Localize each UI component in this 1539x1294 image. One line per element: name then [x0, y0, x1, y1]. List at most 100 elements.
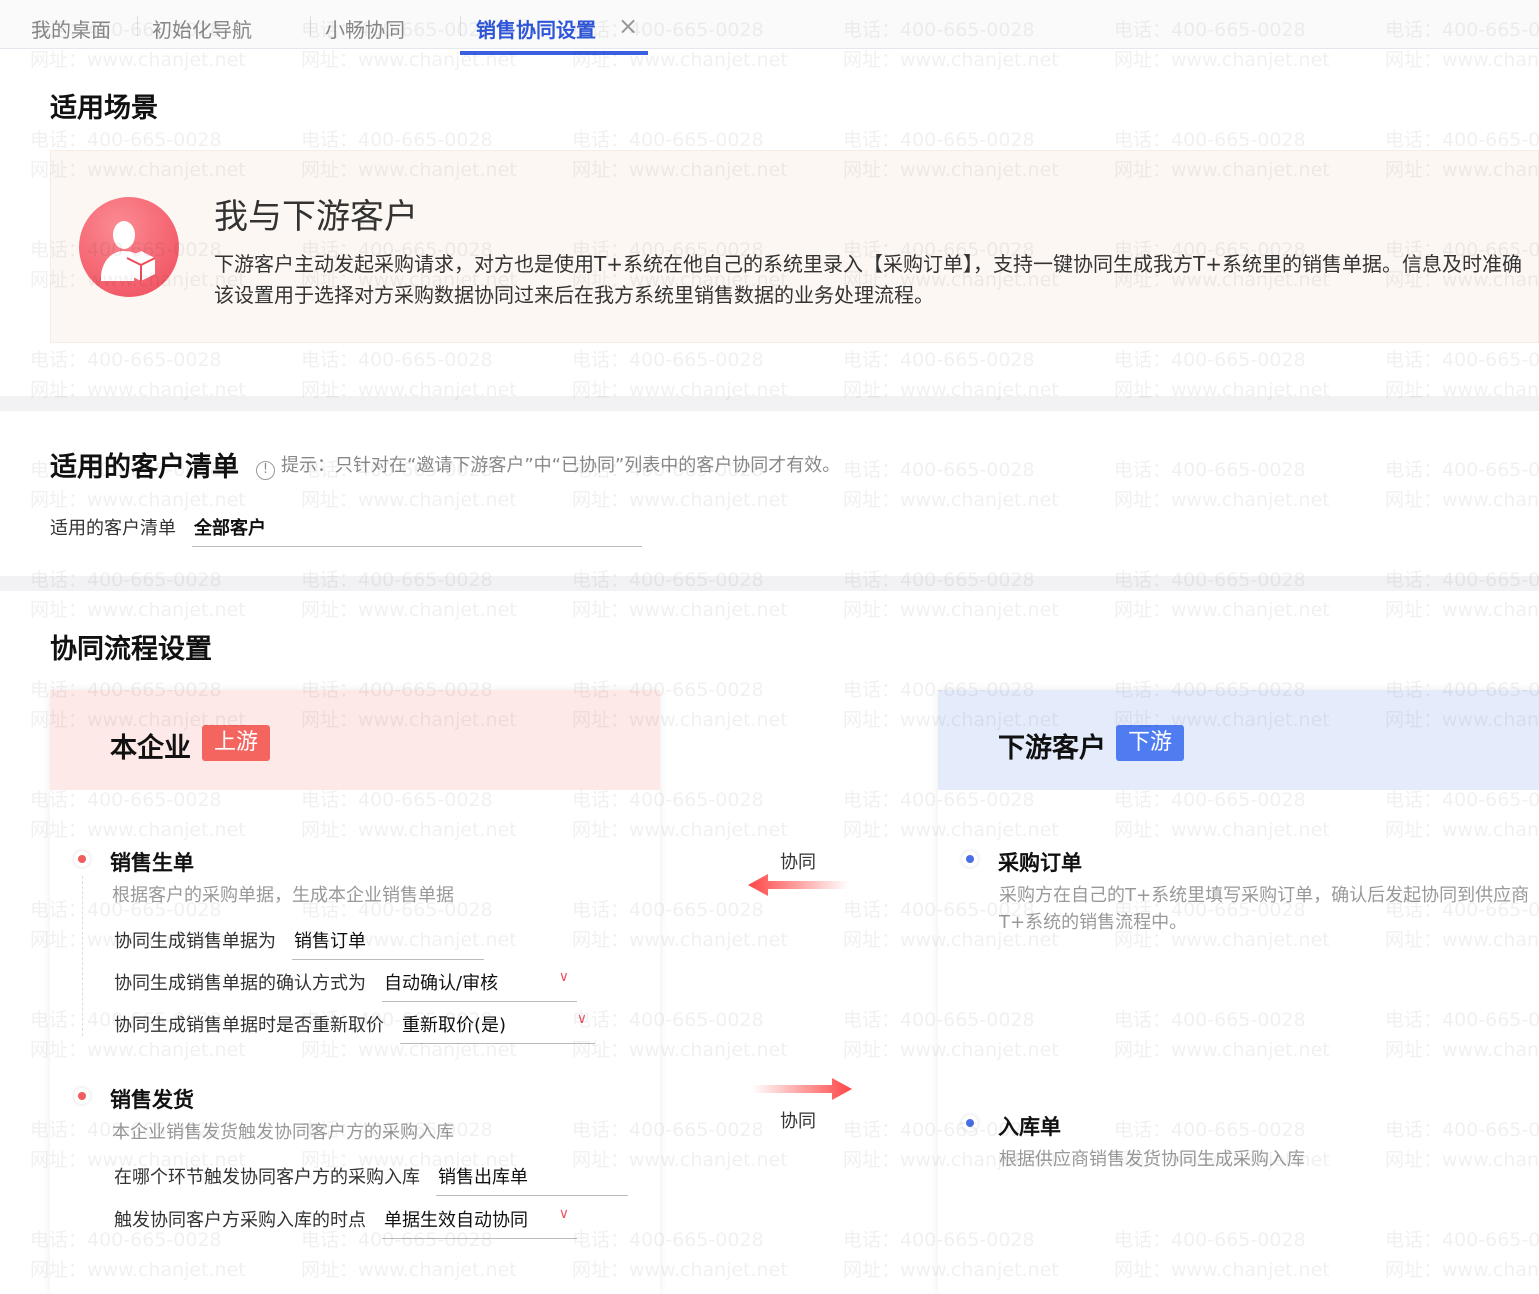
sync-label: 协同 [780, 852, 816, 873]
section-divider [0, 396, 1539, 411]
scene-text-line: 该设置用于选择对方采购数据协同过来后在我方系统里销售数据的业务处理流程。 [214, 283, 934, 307]
field-label: 协同生成销售单据的确认方式为 [114, 973, 366, 994]
watermark-site: 网址：www.chanjet.net [843, 49, 1059, 71]
confirm-mode-select[interactable]: 自动确认/审核 ∨ [382, 969, 577, 1002]
watermark-site: 网址：www.chanjet.net [301, 489, 517, 511]
scene-heading: 适用场景 [50, 93, 158, 124]
arrow-left-icon [748, 874, 848, 896]
step-receipt-title: 入库单 [998, 1115, 1061, 1139]
step-dot-icon [962, 1115, 978, 1131]
desc-line: 采购方在自己的T+系统里填写采购订单，确认后发起协同到供应商 [999, 885, 1530, 906]
step-sales-order-title: 销售生单 [110, 851, 194, 875]
timeline-line [82, 876, 83, 1036]
field-value: 销售出库单 [438, 1167, 528, 1188]
watermark-site: 网址：www.chanjet.net [1114, 49, 1330, 71]
watermark-phone: 电话：400-665-0028 [1114, 349, 1306, 371]
watermark-site: 网址：www.chanjet.net [572, 599, 788, 621]
arrow-right-icon [752, 1078, 852, 1100]
watermark-site: 网址：www.chanjet.net [301, 599, 517, 621]
tab-divider [460, 16, 461, 36]
watermark-site: 网址：www.chanjet.net [301, 49, 517, 71]
upstream-title: 本企业 [110, 733, 191, 764]
upstream-badge: 上游 [202, 725, 271, 761]
field-value: 销售订单 [294, 931, 366, 952]
downstream-card: 下游客户 下游 [938, 690, 1539, 1294]
watermark-text: 电话：400-665-0028网址：www.chanjet.net [1114, 565, 1330, 625]
watermark-site: 网址：www.chanjet.net [843, 599, 1059, 621]
field-value: 重新取价(是) [402, 1015, 507, 1036]
step-description: 本企业销售发货触发协同客户方的采购入库 [112, 1122, 454, 1143]
watermark-site: 网址：www.chanjet.net [1385, 489, 1539, 511]
watermark-site: 网址：www.chanjet.net [1114, 489, 1330, 511]
info-icon: ! [256, 461, 275, 480]
tab-bar: 我的桌面 初始化导航 小畅协同 销售协同设置 × [0, 0, 1539, 55]
field-label: 协同生成销售单据时是否重新取价 [114, 1015, 384, 1036]
tab-divider [310, 16, 311, 36]
watermark-site: 网址：www.chanjet.net [1385, 599, 1539, 621]
sync-label: 协同 [780, 1111, 816, 1132]
desc-line: T+系统的销售流程中。 [999, 912, 1188, 933]
customers-heading: 适用的客户清单 [50, 452, 239, 483]
customer-list-label: 适用的客户清单 [50, 518, 176, 539]
step-dot-icon [962, 851, 978, 867]
chevron-down-icon: ∨ [558, 1206, 569, 1222]
step-dot-icon [74, 1088, 90, 1104]
field-value: 自动确认/审核 [384, 973, 499, 994]
generated-doc-field[interactable]: 销售订单 [292, 927, 484, 960]
close-tab-icon[interactable]: × [618, 12, 638, 40]
watermark-text: 电话：400-665-0028 网址：www.chanjet.net [1385, 455, 1539, 515]
watermark-site: 网址：www.chanjet.net [30, 489, 246, 511]
tab-divider [137, 16, 138, 36]
watermark-phone: 电话：400-665-0028 [1385, 349, 1539, 371]
step-description: 根据供应商销售发货协同生成采购入库 [999, 1149, 1305, 1170]
step-purchase-order-title: 采购订单 [998, 851, 1082, 875]
step-delivery-title: 销售发货 [110, 1088, 194, 1112]
field-label: 触发协同客户方采购入库的时点 [114, 1210, 366, 1231]
chevron-down-icon: ∨ [576, 1011, 587, 1027]
downstream-badge: 下游 [1116, 725, 1185, 761]
hint-text: 提示：只针对在“邀请下游客户”中“已协同”列表中的客户协同才有效。 [281, 455, 841, 476]
watermark-phone: 电话：400-665-0028 [301, 349, 493, 371]
downstream-header: 下游客户 下游 [938, 690, 1539, 790]
watermark-site: 网址：www.chanjet.net [572, 49, 788, 71]
watermark-phone: 电话：400-665-0028 [1385, 459, 1539, 481]
watermark-phone: 电话：400-665-0028 [843, 349, 1035, 371]
scene-title: 我与下游客户 [214, 197, 418, 237]
scene-text-line: 下游客户主动发起采购请求，对方也是使用T+系统在他自己的系统里录入【采购订单】，… [214, 252, 1522, 276]
scene-description: 下游客户主动发起采购请求，对方也是使用T+系统在他自己的系统里录入【采购订单】，… [214, 249, 1522, 311]
customer-avatar-icon [79, 197, 179, 297]
watermark-phone: 电话：400-665-0028 [843, 459, 1035, 481]
watermark-phone: 电话：400-665-0028 [572, 349, 764, 371]
watermark-phone: 电话：400-665-0028 [1114, 459, 1306, 481]
watermark-text: 电话：400-665-0028 网址：www.chanjet.net [843, 455, 1059, 515]
watermark-text: 电话：400-665-0028网址：www.chanjet.net [1385, 565, 1539, 625]
watermark-text: 电话：400-665-0028 网址：www.chanjet.net [1114, 455, 1330, 515]
tab-xiaochang-sync[interactable]: 小畅协同 [325, 14, 405, 43]
field-value: 单据生效自动协同 [384, 1210, 528, 1231]
downstream-title: 下游客户 [998, 733, 1106, 764]
tab-init-nav[interactable]: 初始化导航 [152, 14, 252, 43]
step-description: 根据客户的采购单据，生成本企业销售单据 [112, 885, 454, 906]
flow-heading: 协同流程设置 [50, 634, 212, 665]
customer-list-field[interactable]: 全部客户 [192, 514, 642, 547]
trigger-doc-field[interactable]: 销售出库单 [436, 1163, 628, 1196]
scene-card: 我与下游客户 下游客户主动发起采购请求，对方也是使用T+系统在他自己的系统里录入… [50, 150, 1539, 343]
watermark-site: 网址：www.chanjet.net [30, 599, 246, 621]
watermark-site: 网址：www.chanjet.net [1114, 599, 1330, 621]
watermark-text: 电话：400-665-0028网址：www.chanjet.net [572, 565, 788, 625]
field-label: 协同生成销售单据为 [114, 931, 276, 952]
reprice-select[interactable]: 重新取价(是) ∨ [400, 1011, 595, 1044]
step-dot-icon [74, 851, 90, 867]
watermark-site: 网址：www.chanjet.net [30, 49, 246, 71]
watermark-site: 网址：www.chanjet.net [843, 489, 1059, 511]
tab-sales-sync-settings[interactable]: 销售协同设置 [460, 14, 648, 55]
field-label: 在哪个环节触发协同客户方的采购入库 [114, 1167, 420, 1188]
watermark-text: 电话：400-665-0028网址：www.chanjet.net [843, 565, 1059, 625]
step-description: 采购方在自己的T+系统里填写采购订单，确认后发起协同到供应商 T+系统的销售流程中… [999, 882, 1529, 936]
watermark-site: 网址：www.chanjet.net [1385, 49, 1539, 71]
trigger-time-select[interactable]: 单据生效自动协同 ∨ [382, 1206, 577, 1239]
watermark-text: 电话：400-665-0028网址：www.chanjet.net [30, 565, 246, 625]
watermark-site: 网址：www.chanjet.net [572, 489, 788, 511]
section-divider [0, 576, 1539, 591]
tab-my-desktop[interactable]: 我的桌面 [31, 14, 111, 43]
